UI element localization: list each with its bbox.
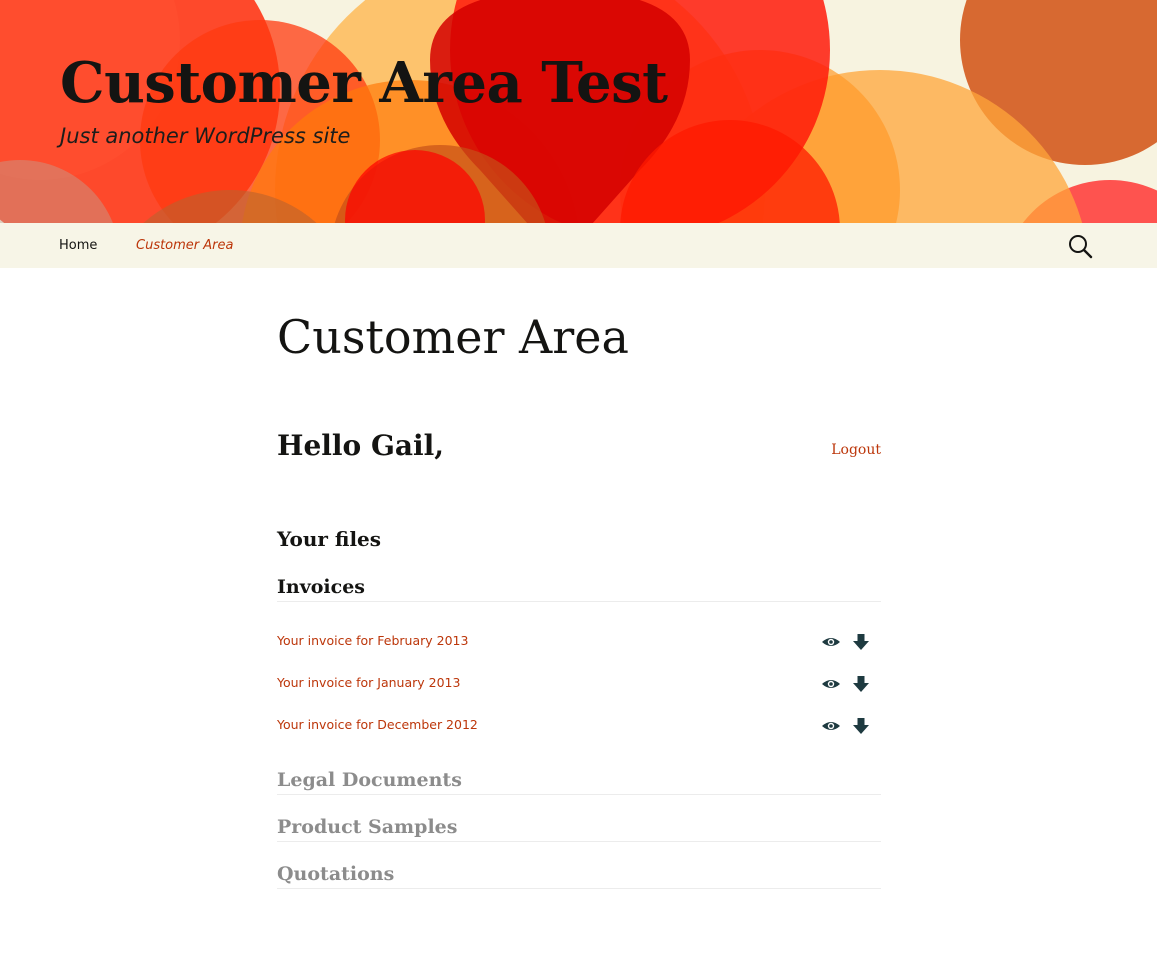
site-title[interactable]: Customer Area Test [60, 50, 668, 116]
download-arrow-icon [853, 718, 869, 734]
site-description: Just another WordPress site [60, 124, 351, 148]
file-link[interactable]: Your invoice for December 2012 [277, 717, 478, 732]
view-file-button[interactable] [821, 632, 841, 652]
download-file-button[interactable] [851, 716, 871, 736]
file-row: Your invoice for January 2013 [277, 672, 881, 696]
download-file-button[interactable] [851, 632, 871, 652]
site-header: Customer Area Test Just another WordPres… [0, 0, 1157, 223]
eye-icon [822, 722, 840, 730]
download-arrow-icon [853, 634, 869, 650]
page-title: Customer Area [277, 310, 629, 364]
category-heading-legal-documents[interactable]: Legal Documents [277, 768, 881, 795]
nav-item-home[interactable]: Home [59, 223, 97, 268]
file-link[interactable]: Your invoice for February 2013 [277, 633, 468, 648]
search-button[interactable] [1066, 232, 1094, 260]
download-arrow-icon [853, 676, 869, 692]
file-row: Your invoice for December 2012 [277, 714, 881, 738]
search-icon [1069, 235, 1093, 259]
eye-icon [822, 638, 840, 646]
category-heading-quotations[interactable]: Quotations [277, 862, 881, 889]
file-row: Your invoice for February 2013 [277, 630, 881, 654]
file-link[interactable]: Your invoice for January 2013 [277, 675, 460, 690]
eye-icon [822, 680, 840, 688]
category-heading-invoices[interactable]: Invoices [277, 575, 881, 602]
logout-link[interactable]: Logout [831, 442, 881, 458]
nav-item-customer-area[interactable]: Customer Area [136, 223, 233, 268]
view-file-button[interactable] [821, 674, 841, 694]
main-navigation: Home Customer Area [0, 223, 1157, 268]
category-heading-product-samples[interactable]: Product Samples [277, 815, 881, 842]
your-files-heading: Your files [277, 527, 382, 551]
view-file-button[interactable] [821, 716, 841, 736]
download-file-button[interactable] [851, 674, 871, 694]
greeting: Hello Gail, [277, 429, 445, 462]
